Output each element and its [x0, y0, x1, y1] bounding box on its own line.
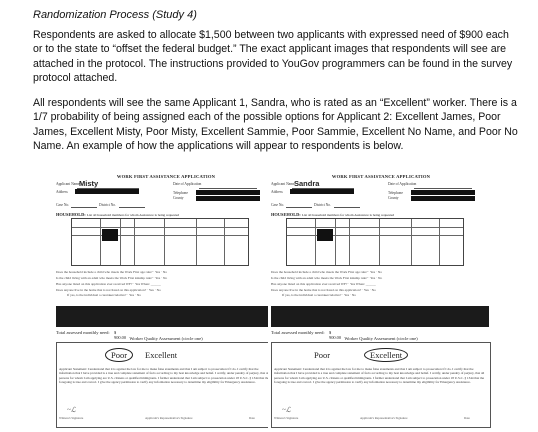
date-label: Date of Application: [388, 182, 417, 186]
witness-signature-label: Witness's Signature: [274, 416, 299, 420]
applicant-name-label: Applicant Name: [56, 182, 80, 186]
application-form-misty: WORK FIRST ASSISTANCE APPLICATION Applic…: [53, 170, 279, 428]
redaction-block: [271, 306, 489, 327]
household-table: [286, 218, 464, 266]
question-line: Does the household include a child who m…: [56, 270, 168, 274]
applicant-statement: Applicant Statement: I understand that i…: [274, 367, 485, 385]
district-label: District No.: [314, 203, 331, 207]
rating-circle: Poor: [105, 348, 134, 362]
question-line: Has anyone listed on this application ev…: [271, 282, 376, 286]
rating-circle: Excellent: [364, 348, 409, 362]
applicant-name: Sandra: [294, 179, 320, 188]
section-heading: Randomization Process (Study 4): [33, 9, 197, 21]
date-signature-label: Date: [464, 416, 470, 420]
county-label: County: [388, 196, 399, 200]
redaction-bar: [411, 196, 475, 201]
question-line: Is the child living with an adult who me…: [56, 276, 168, 280]
county-label: County: [173, 196, 184, 200]
rating-poor: Poor: [105, 348, 134, 362]
phone-label: Telephone: [388, 191, 403, 195]
phone-label: Telephone: [173, 191, 188, 195]
address-label: Address: [56, 190, 68, 194]
household-label: HOUSEHOLD: List all household members fo…: [56, 212, 180, 217]
redaction-bar: [102, 229, 118, 241]
rating-poor: Poor: [314, 350, 331, 360]
question-line: Does anyone live in the home that is not…: [271, 288, 376, 292]
paragraph-allocation: Respondents are asked to allocate $1,500…: [33, 29, 513, 84]
total-need: Total assessed monthly need: $ 900.00: [271, 330, 342, 340]
applicant-name-label: Applicant Name: [271, 182, 295, 186]
paragraph-randomization: All respondents will see the same Applic…: [33, 97, 518, 152]
witness-signature-label: Witness's Signature: [59, 416, 84, 420]
rep-signature-label: Applicant's Representative's Signature: [145, 416, 193, 420]
question-line: Does anyone live in the home that is not…: [56, 288, 161, 292]
address-label: Address: [271, 190, 283, 194]
question-line: Has anyone listed on this application ev…: [56, 282, 161, 286]
case-label: Case No.: [271, 203, 285, 207]
date-signature-label: Date: [249, 416, 255, 420]
date-label: Date of Application: [173, 182, 202, 186]
signature-scribble: ~ℒ: [67, 406, 76, 414]
household-table: [71, 218, 249, 266]
quality-label: Worker Quality Assessment (circle one): [129, 336, 203, 341]
redaction-bar: [75, 189, 139, 194]
redaction-bar: [411, 190, 475, 195]
applicant-statement: Applicant Statement: I understand that i…: [59, 367, 270, 385]
redaction-bar: [290, 189, 354, 194]
case-label: Case No.: [56, 203, 70, 207]
application-form-sandra: WORK FIRST ASSISTANCE APPLICATION Applic…: [268, 170, 494, 428]
total-need: Total assessed monthly need: $ 900.00: [56, 330, 127, 340]
question-line: If yes, is the individual a caretaker/re…: [67, 293, 142, 297]
district-label: District No.: [99, 203, 116, 207]
question-line: If yes, is the individual a caretaker/re…: [282, 293, 357, 297]
redaction-bar: [196, 190, 260, 195]
quality-label: Worker Quality Assessment (circle one): [344, 336, 418, 341]
applicant-name: Misty: [79, 179, 99, 188]
document-page: Randomization Process (Study 4) Responde…: [0, 0, 538, 432]
rating-excellent: Excellent: [364, 348, 409, 362]
question-line: Is the child living with an adult who me…: [271, 276, 383, 280]
signature-scribble: ~ℒ: [282, 406, 291, 414]
redaction-block: [56, 306, 274, 327]
question-line: Does the household include a child who m…: [271, 270, 383, 274]
household-label: HOUSEHOLD: List all household members fo…: [271, 212, 395, 217]
rating-excellent: Excellent: [145, 350, 178, 360]
redaction-bar: [196, 196, 260, 201]
rep-signature-label: Applicant's Representative's Signature: [360, 416, 408, 420]
redaction-bar: [317, 229, 333, 241]
